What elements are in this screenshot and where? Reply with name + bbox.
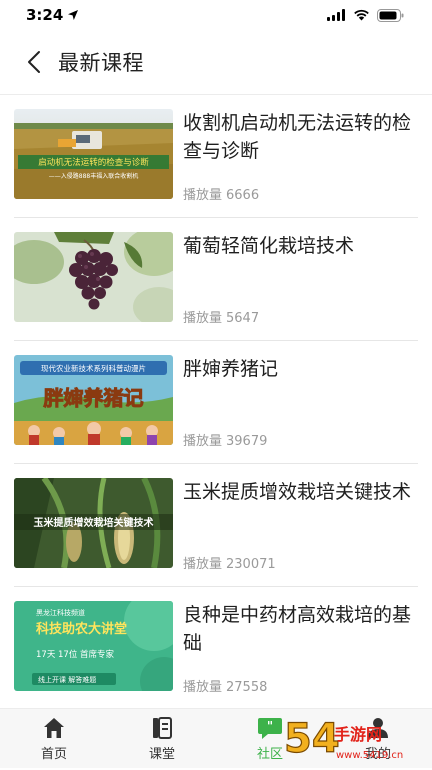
plays-label: 播放量 [183,557,222,572]
thumbnail-text: 启动机无法运转的检查与诊断 [38,157,149,168]
course-info: 玉米提质增效栽培关键技术 播放量 230071 [183,478,418,570]
course-list: 启动机无法运转的检查与诊断 ——入侵路888丰福入联合收割机 收割机启动机无法运… [0,95,432,710]
page-title: 最新课程 [58,47,144,77]
course-info: 葡萄轻简化栽培技术 播放量 5647 [183,232,418,324]
watermark-text: 手游网 [334,725,382,744]
course-title: 玉米提质增效栽培关键技术 [183,478,418,506]
plays-label: 播放量 [183,680,222,695]
clock-text: 3:24 [26,6,63,24]
battery-icon [377,9,404,22]
course-plays: 播放量 230071 [183,553,280,572]
course-title: 葡萄轻简化栽培技术 [183,232,418,260]
book-icon [150,716,174,740]
course-item-harvester[interactable]: 启动机无法运转的检查与诊断 ——入侵路888丰福入联合收割机 收割机启动机无法运… [14,95,418,218]
course-thumbnail: 现代农业新技术系列科普动漫片 胖婶养猪记 [14,355,173,445]
thumbnail-line: 17天 17位 首席专家 [36,649,115,660]
signal-icon [327,9,346,21]
course-thumbnail [14,232,173,322]
status-time: 3:24 [26,6,79,24]
back-button[interactable] [14,42,54,82]
course-thumbnail: 玉米提质增效栽培关键技术 [14,478,173,568]
course-info: 收割机启动机无法运转的检查与诊断 播放量 6666 [183,109,418,201]
plays-label: 播放量 [183,188,222,203]
course-plays: 播放量 5647 [183,307,263,326]
plays-label: 播放量 [183,311,222,326]
nav-bar: 最新课程 [0,36,432,88]
course-thumbnail: 黑龙江科技频道 科技助农大讲堂 17天 17位 首席专家 线上开课 解答难题 [14,601,173,691]
status-indicators [327,9,404,22]
plays-count: 6666 [226,188,259,203]
plays-count: 27558 [226,680,267,695]
course-title: 良种是中药材高效栽培的基础 [183,601,418,657]
tab-home[interactable]: 首页 [0,709,108,768]
tab-label: 首页 [41,743,67,762]
thumbnail-text: 胖婶养猪记 [43,386,144,410]
thumbnail-text: 玉米提质增效栽培关键技术 [34,516,154,529]
course-plays: 播放量 39679 [183,430,271,449]
thumbnail-toptext: 现代农业新技术系列科普动漫片 [41,363,146,373]
tab-label: 课堂 [149,743,175,762]
thumbnail-text: 科技助农大讲堂 [36,621,127,637]
course-item-corn[interactable]: 玉米提质增效栽培关键技术 玉米提质增效栽培关键技术 播放量 230071 [14,464,418,587]
chevron-left-icon [26,50,42,74]
course-item-herbal[interactable]: 黑龙江科技频道 科技助农大讲堂 17天 17位 首席专家 线上开课 解答难题 良… [14,587,418,710]
plays-count: 5647 [226,311,259,326]
course-item-grape[interactable]: 葡萄轻简化栽培技术 播放量 5647 [14,218,418,341]
course-plays: 播放量 6666 [183,184,263,203]
course-plays: 播放量 27558 [183,676,271,695]
course-item-pig[interactable]: 现代农业新技术系列科普动漫片 胖婶养猪记 胖婶养猪记 播放量 39679 [14,341,418,464]
status-bar: 3:24 [0,0,432,30]
thumbnail-toptext: 黑龙江科技频道 [36,608,85,617]
home-icon [42,716,66,740]
thumbnail-bottomtext: 线上开课 解答难题 [38,675,96,684]
location-arrow-icon [67,9,79,21]
svg-text:": " [267,719,273,733]
course-title: 胖婶养猪记 [183,355,418,383]
plays-count: 230071 [226,557,276,572]
tab-classroom[interactable]: 课堂 [108,709,216,768]
watermark-subtext: www.5419.cn [336,750,403,761]
course-title: 收割机启动机无法运转的检查与诊断 [183,109,418,165]
wifi-icon [353,9,370,21]
watermark-logo: 54 手游网 www.5419.cn [280,706,430,766]
svg-text:54: 54 [284,716,340,762]
course-info: 良种是中药材高效栽培的基础 播放量 27558 [183,601,418,693]
course-info: 胖婶养猪记 播放量 39679 [183,355,418,447]
plays-count: 39679 [226,434,267,449]
plays-label: 播放量 [183,434,222,449]
thumbnail-subtext: ——入侵路888丰福入联合收割机 [49,172,138,180]
course-thumbnail: 启动机无法运转的检查与诊断 ——入侵路888丰福入联合收割机 [14,109,173,199]
